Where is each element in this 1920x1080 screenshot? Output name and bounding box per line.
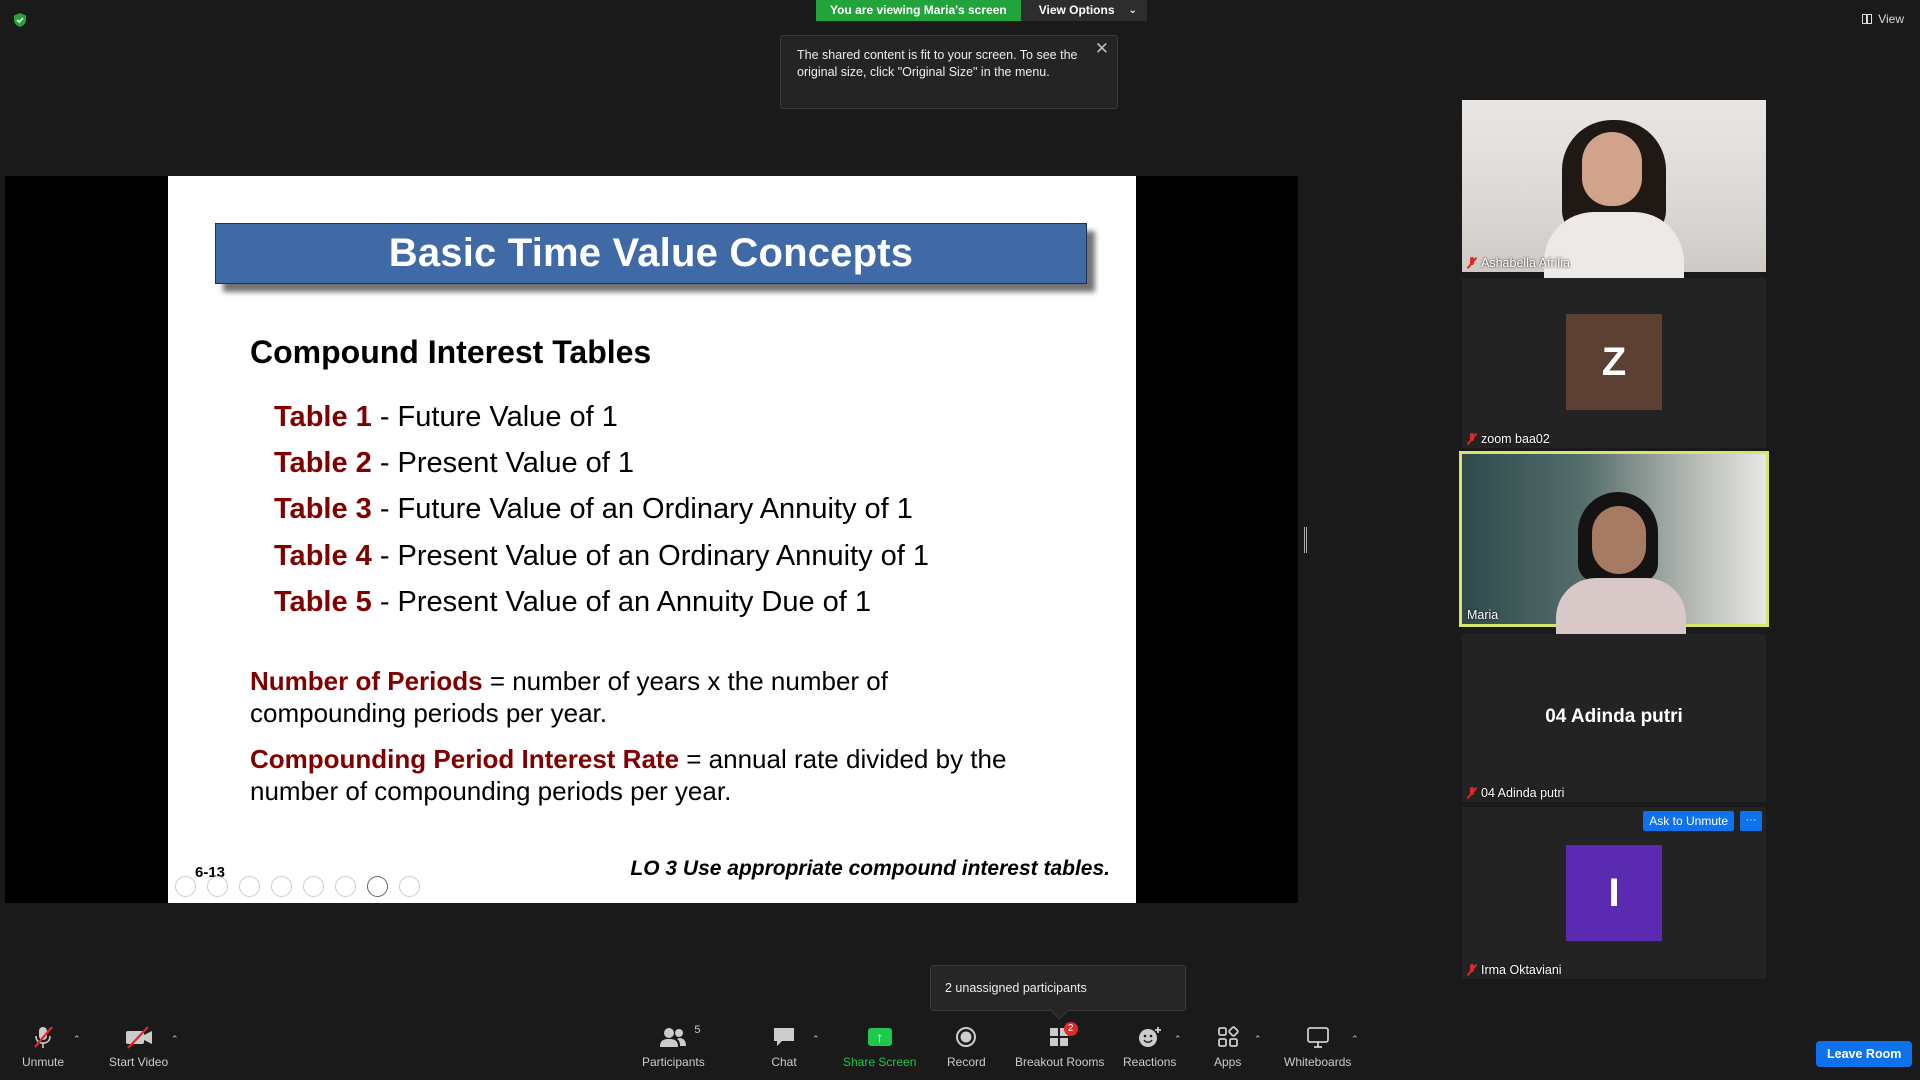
table-line: Table 4 - Present Value of an Ordinary A… — [274, 540, 929, 573]
mic-muted-icon — [1467, 257, 1477, 269]
table-text: - Future Value of 1 — [371, 401, 618, 433]
participant-tile[interactable]: Ashabella Afrilia — [1462, 100, 1766, 282]
slides-icon[interactable] — [271, 876, 292, 897]
chevron-up-icon[interactable]: ⌃ — [1254, 1034, 1262, 1045]
mic-muted-icon — [1467, 433, 1477, 445]
view-options-label: View Options — [1038, 3, 1115, 17]
table-text: - Present Value of an Annuity Due of 1 — [371, 586, 871, 618]
table-label: Table 4 — [274, 540, 372, 572]
participant-name: Irma Oktaviani — [1467, 963, 1562, 977]
participants-icon — [660, 1028, 687, 1047]
whiteboard-icon — [1306, 1027, 1329, 1048]
definition-rate: Compounding Period Interest Rate = annua… — [250, 743, 1050, 807]
chevron-up-icon[interactable]: ⌃ — [171, 1034, 179, 1045]
unassigned-participants-popup[interactable]: 2 unassigned participants — [930, 965, 1186, 1011]
share-screen-button[interactable]: ↑ Share Screen — [843, 1022, 916, 1069]
table-text: - Present Value of an Ordinary Annuity o… — [371, 540, 929, 572]
view-layout-button[interactable]: View — [1862, 12, 1904, 26]
close-icon[interactable]: ✕ — [1095, 40, 1109, 57]
chevron-down-icon: ⌄ — [1128, 5, 1137, 16]
participant-name: zoom baa02 — [1467, 432, 1550, 446]
pen-icon[interactable] — [239, 876, 260, 897]
record-button[interactable]: Record — [947, 1022, 986, 1069]
meeting-toolbar: Unmute ⌃ Start Video ⌃ 5 Participants Ch… — [0, 1022, 1920, 1080]
definition-label: Number of Periods — [250, 666, 483, 696]
view-options-button[interactable]: View Options ⌄ — [1020, 0, 1147, 21]
slide-learning-objective: LO 3 Use appropriate compound interest t… — [630, 857, 1110, 880]
participants-count: 5 — [694, 1024, 701, 1036]
participant-tile-active-speaker[interactable]: Maria — [1459, 451, 1769, 638]
reactions-icon — [1138, 1027, 1161, 1047]
more-options-icon[interactable] — [399, 876, 420, 897]
ask-to-unmute-button[interactable]: Ask to Unmute — [1643, 811, 1734, 831]
chevron-up-icon[interactable]: ⌃ — [1174, 1034, 1182, 1045]
mic-muted-icon — [1467, 787, 1477, 799]
screen-share-banner: You are viewing Maria's screen View Opti… — [816, 0, 1147, 21]
table-line: Table 3 - Future Value of an Ordinary An… — [274, 493, 913, 526]
participant-tile[interactable]: Z zoom baa02 — [1462, 278, 1766, 448]
tooltip-text: The shared content is fit to your screen… — [797, 48, 1078, 79]
participant-name: Maria — [1467, 608, 1499, 622]
camera-icon[interactable] — [367, 876, 388, 897]
table-text: - Future Value of an Ordinary Annuity of… — [371, 493, 913, 525]
participant-name: Ashabella Afrilia — [1467, 256, 1570, 270]
participant-tile[interactable]: Ask to Unmute ··· I Irma Oktaviani — [1462, 807, 1766, 979]
table-label: Table 2 — [274, 447, 372, 479]
avatar: Z — [1566, 314, 1662, 410]
fit-to-screen-tooltip: The shared content is fit to your screen… — [780, 35, 1118, 109]
start-video-button[interactable]: Start Video — [109, 1022, 168, 1069]
chevron-up-icon[interactable]: ⌃ — [812, 1034, 820, 1045]
table-label: Table 1 — [274, 401, 372, 433]
table-line: Table 5 - Present Value of an Annuity Du… — [274, 586, 871, 619]
slide-title: Basic Time Value Concepts — [388, 231, 914, 275]
panel-resize-handle[interactable] — [1304, 527, 1307, 553]
reactions-button[interactable]: Reactions — [1123, 1022, 1176, 1069]
chevron-up-icon[interactable]: ⌃ — [73, 1034, 81, 1045]
subtitles-icon[interactable] — [335, 876, 356, 897]
previous-slide-icon[interactable] — [175, 876, 196, 897]
unmute-button[interactable]: Unmute — [22, 1022, 64, 1069]
participant-tile[interactable]: 04 Adinda putri 04 Adinda putri — [1462, 634, 1766, 802]
participants-button[interactable]: 5 Participants — [642, 1022, 705, 1069]
gallery-view-icon — [1862, 14, 1873, 24]
share-screen-icon: ↑ — [867, 1028, 892, 1046]
whiteboards-button[interactable]: Whiteboards — [1284, 1022, 1351, 1069]
breakout-rooms-badge: 2 — [1063, 1022, 1078, 1036]
participant-name: 04 Adinda putri — [1467, 786, 1564, 800]
table-line: Table 1 - Future Value of 1 — [274, 401, 618, 434]
table-label: Table 3 — [274, 493, 372, 525]
more-options-button[interactable]: ··· — [1740, 811, 1762, 831]
view-label: View — [1878, 12, 1904, 26]
viewing-screen-badge: You are viewing Maria's screen — [816, 0, 1021, 21]
presentation-slide: Basic Time Value Concepts Compound Inter… — [168, 176, 1136, 903]
mic-off-icon — [34, 1026, 53, 1048]
table-line: Table 2 - Present Value of 1 — [274, 447, 634, 480]
shield-icon[interactable] — [12, 12, 28, 28]
chat-button[interactable]: Chat — [771, 1022, 797, 1069]
next-slide-icon[interactable] — [207, 876, 228, 897]
avatar: I — [1566, 845, 1662, 941]
participant-display-name: 04 Adinda putri — [1545, 706, 1683, 727]
video-off-icon — [125, 1026, 152, 1049]
apps-icon — [1217, 1026, 1239, 1047]
record-icon — [956, 1027, 977, 1047]
participant-video — [1544, 120, 1684, 282]
mic-muted-icon — [1467, 964, 1477, 976]
table-text: - Present Value of 1 — [371, 447, 634, 479]
chevron-up-icon[interactable]: ⌃ — [1351, 1034, 1359, 1045]
leave-room-button[interactable]: Leave Room — [1816, 1041, 1913, 1067]
definition-label: Compounding Period Interest Rate — [250, 744, 680, 774]
chat-icon — [774, 1028, 794, 1046]
zoom-icon[interactable] — [303, 876, 324, 897]
table-label: Table 5 — [274, 586, 372, 618]
slide-playback-toolbar — [175, 876, 420, 897]
apps-button[interactable]: Apps — [1214, 1022, 1241, 1069]
breakout-rooms-button[interactable]: 2 Breakout Rooms — [1015, 1022, 1104, 1069]
participant-video — [1556, 492, 1686, 638]
slide-title-box: Basic Time Value Concepts — [215, 223, 1087, 284]
definition-periods: Number of Periods = number of years x th… — [250, 665, 1050, 729]
slide-subtitle: Compound Interest Tables — [250, 334, 652, 370]
